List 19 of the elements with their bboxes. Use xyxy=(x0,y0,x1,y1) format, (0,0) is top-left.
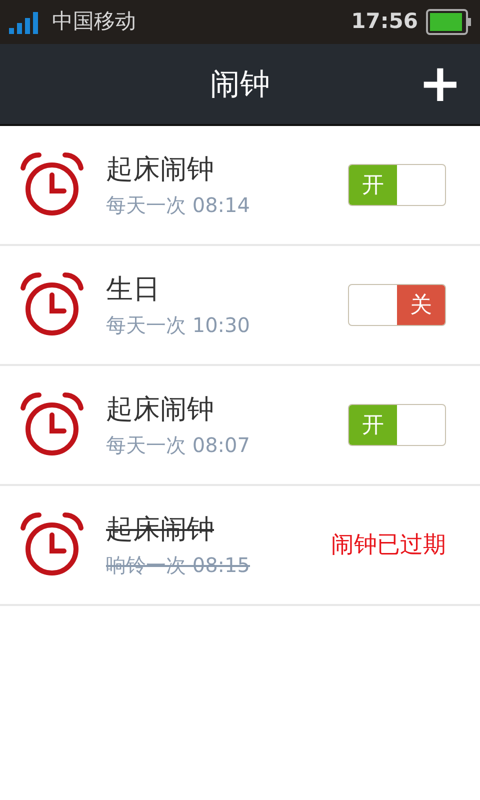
alarm-schedule: 每天一次 08:07 xyxy=(106,432,250,460)
alarm-row[interactable]: 生日 每天一次 10:30 关 xyxy=(0,246,480,366)
alarm-row[interactable]: 起床闹钟 每天一次 08:07 开 xyxy=(0,366,480,486)
carrier-name: 中国移动 xyxy=(52,8,136,36)
add-button[interactable]: + xyxy=(418,58,462,110)
alarm-name: 起床闹钟 xyxy=(106,152,215,187)
alarm-schedule: 响铃一次 08:15 xyxy=(106,552,250,580)
alarm-schedule: 每天一次 08:14 xyxy=(106,192,250,220)
alarm-row[interactable]: 起床闹钟 响铃一次 08:15 闹钟已过期 xyxy=(0,486,480,606)
page-title: 闹钟 xyxy=(210,66,270,104)
expired-label: 闹钟已过期 xyxy=(331,532,446,558)
alarm-name: 起床闹钟 xyxy=(106,512,215,547)
alarm-schedule: 每天一次 10:30 xyxy=(106,312,250,340)
clock-time: 17:56 xyxy=(351,8,418,36)
battery-icon xyxy=(426,9,472,35)
alarm-row[interactable]: 起床闹钟 每天一次 08:14 开 xyxy=(0,126,480,246)
toggle-switch[interactable]: 关 xyxy=(348,284,446,326)
alarm-name: 起床闹钟 xyxy=(106,392,215,427)
alarm-name: 生日 xyxy=(106,272,161,307)
